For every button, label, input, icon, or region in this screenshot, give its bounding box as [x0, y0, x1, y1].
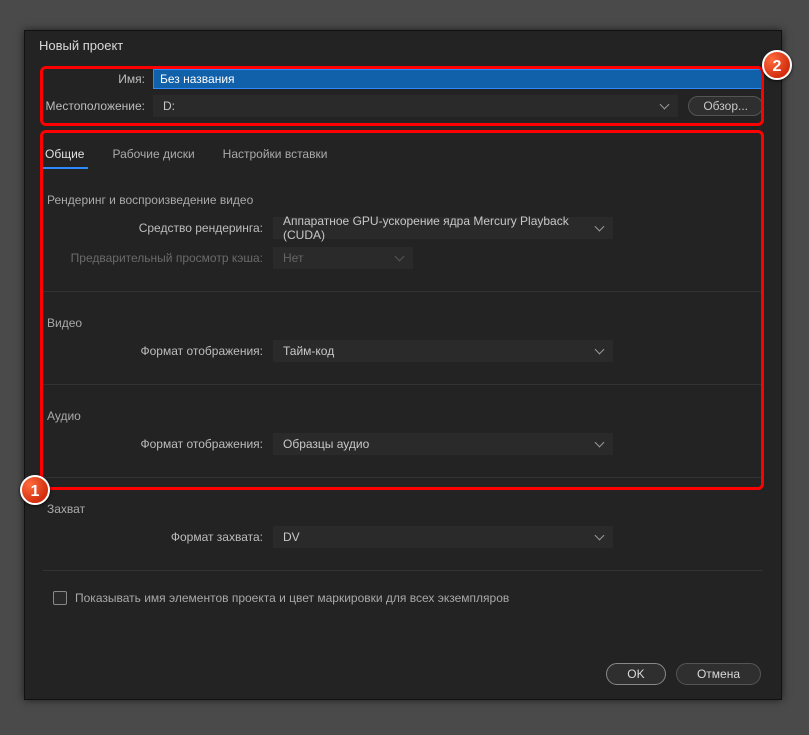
section-title-rendering: Рендеринг и воспроизведение видео: [43, 193, 763, 207]
dialog-title: Новый проект: [25, 31, 781, 61]
section-capture: Захват Формат захвата: DV: [43, 492, 763, 571]
show-names-label: Показывать имя элементов проекта и цвет …: [75, 591, 509, 605]
video-format-value: Тайм-код: [283, 344, 334, 358]
annotation-badge-1: 1: [20, 475, 50, 505]
cancel-button[interactable]: Отмена: [676, 663, 761, 685]
capture-format-dropdown[interactable]: DV: [273, 526, 613, 548]
chevron-down-icon: [595, 438, 605, 448]
show-names-checkbox[interactable]: [53, 591, 67, 605]
preview-cache-label: Предварительный просмотр кэша:: [43, 251, 273, 265]
chevron-down-icon: [395, 252, 405, 262]
renderer-value: Аппаратное GPU-ускорение ядра Mercury Pl…: [283, 214, 596, 242]
ok-button[interactable]: OK: [606, 663, 666, 685]
name-input[interactable]: [153, 69, 763, 89]
name-label: Имя:: [43, 72, 153, 86]
renderer-dropdown[interactable]: Аппаратное GPU-ускорение ядра Mercury Pl…: [273, 217, 613, 239]
section-video: Видео Формат отображения: Тайм-код: [43, 306, 763, 385]
chevron-down-icon: [595, 531, 605, 541]
tabs: Общие Рабочие диски Настройки вставки: [25, 141, 781, 169]
location-label: Местоположение:: [43, 99, 153, 113]
section-audio: Аудио Формат отображения: Образцы аудио: [43, 399, 763, 478]
browse-button[interactable]: Обзор...: [688, 96, 763, 116]
audio-format-label: Формат отображения:: [43, 437, 273, 451]
tab-scratch-disks[interactable]: Рабочие диски: [108, 141, 198, 169]
video-format-dropdown[interactable]: Тайм-код: [273, 340, 613, 362]
show-names-checkbox-row: Показывать имя элементов проекта и цвет …: [25, 583, 781, 613]
location-dropdown[interactable]: D:: [153, 95, 678, 117]
annotation-badge-2: 2: [762, 50, 792, 80]
capture-format-label: Формат захвата:: [43, 530, 273, 544]
video-format-label: Формат отображения:: [43, 344, 273, 358]
tab-general[interactable]: Общие: [41, 141, 88, 169]
new-project-dialog: Новый проект Имя: Местоположение: D: Обз…: [24, 30, 782, 700]
section-rendering: Рендеринг и воспроизведение видео Средст…: [43, 183, 763, 292]
section-title-video: Видео: [43, 316, 763, 330]
capture-format-value: DV: [283, 530, 300, 544]
chevron-down-icon: [595, 345, 605, 355]
audio-format-dropdown[interactable]: Образцы аудио: [273, 433, 613, 455]
location-value: D:: [163, 99, 175, 113]
renderer-label: Средство рендеринга:: [43, 221, 273, 235]
tab-ingest-settings[interactable]: Настройки вставки: [219, 141, 332, 169]
preview-cache-value: Нет: [283, 251, 303, 265]
section-title-audio: Аудио: [43, 409, 763, 423]
chevron-down-icon: [660, 100, 670, 110]
preview-cache-dropdown: Нет: [273, 247, 413, 269]
dialog-footer: OK Отмена: [606, 663, 761, 685]
section-title-capture: Захват: [43, 502, 763, 516]
audio-format-value: Образцы аудио: [283, 437, 369, 451]
